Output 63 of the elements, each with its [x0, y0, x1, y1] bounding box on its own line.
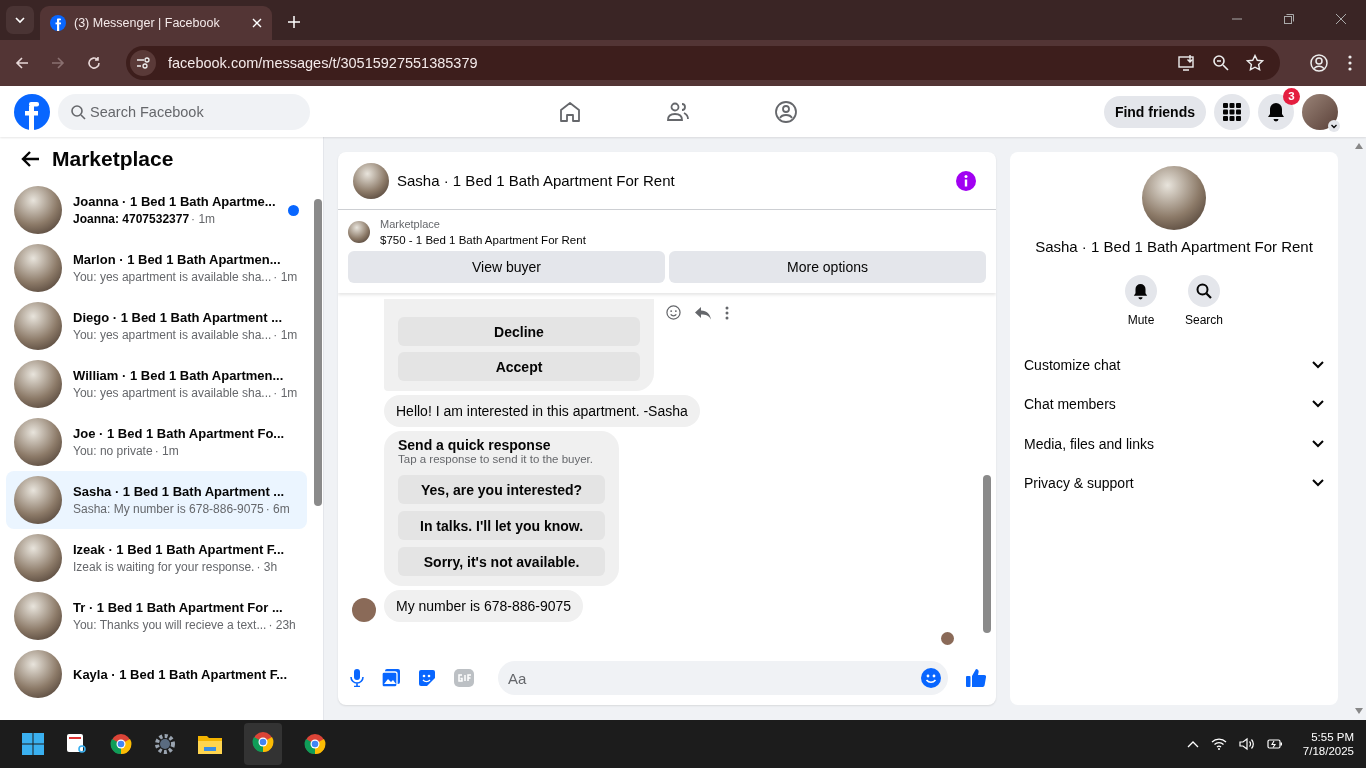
message-time: · 23h — [268, 618, 296, 632]
find-friends-button[interactable]: Find friends — [1103, 95, 1206, 128]
conversation-title: Diego · 1 Bed 1 Bath Apartment ... — [73, 310, 283, 325]
section-header[interactable]: Media, files and links — [1024, 424, 1324, 464]
conversation-title: Joanna · 1 Bed 1 Bath Apartme... — [73, 194, 277, 209]
quick-response-button[interactable]: Yes, are you interested? — [398, 475, 606, 504]
quick-response-subtitle: Tap a response to send it to the buyer. — [398, 453, 594, 465]
conversation-title: Tr · 1 Bed 1 Bath Apartment For ... — [73, 600, 284, 615]
message-time: · 1m — [273, 328, 298, 342]
message-bubble: Hello! I am interested in this apartment. -Sasha — [384, 395, 700, 427]
conversation-item[interactable]: Kayla · 1 Bed 1 Bath Apartment F... — [6, 645, 307, 703]
conversation-title: William · 1 Bed 1 Bath Apartmen... — [73, 368, 285, 383]
conversation-item[interactable]: Marlon · 1 Bed 1 Bath Apartmen... You: yes apartment is available sha... · 1m — [6, 239, 307, 297]
conversation-item[interactable]: Izeak · 1 Bed 1 Bath Apartment F... Izeak is waiting for your response. · 3h — [6, 529, 307, 587]
message-preview: Joanna: 4707532377 — [73, 212, 190, 226]
address-bar[interactable]: facebook.com/messages/t/30515927551385379 — [126, 46, 1280, 80]
quick-response-button[interactable]: In talks. I'll let you know. — [398, 511, 606, 540]
conversation-item[interactable]: Joanna · 1 Bed 1 Bath Apartme... Joanna: 4707532377 · 1m — [6, 181, 307, 239]
message-preview: You: Thanks you will recieve a text... — [73, 618, 267, 632]
conversation-title: Sasha · 1 Bed 1 Bath Apartment ... — [73, 484, 286, 499]
message-time: · 1m — [191, 212, 216, 226]
message-preview: You: yes apartment is available sha... — [73, 270, 272, 284]
message-bubble: My number is 678-886-9075 — [384, 590, 584, 622]
message-field[interactable]: Aa — [498, 661, 948, 695]
response-button[interactable]: Accept — [398, 352, 640, 381]
message-preview: You: yes apartment is available sha... — [73, 386, 272, 400]
message-time: · 6m — [265, 502, 290, 516]
search-field[interactable]: Search Facebook — [58, 93, 310, 130]
conversation-item[interactable]: Tr · 1 Bed 1 Bath Apartment For ... You: Thanks you will recieve a text... · 23h — [6, 587, 307, 645]
listing-button[interactable]: More options — [669, 251, 986, 283]
listing-button[interactable]: View buyer — [348, 251, 665, 283]
conversation-title: Kayla · 1 Bed 1 Bath Apartment F... — [73, 666, 289, 682]
conversation-title: Marlon · 1 Bed 1 Bath Apartmen... — [73, 252, 282, 267]
response-button[interactable]: Decline — [398, 317, 640, 346]
action-label: Search — [1185, 313, 1223, 327]
action-label: Mute — [1127, 313, 1155, 327]
message-preview: Izeak is waiting for your response. — [73, 560, 255, 574]
section-header[interactable]: Privacy & support — [1024, 463, 1324, 503]
conversation-title: Izeak · 1 Bed 1 Bath Apartment F... — [73, 542, 286, 557]
message-preview: You: yes apartment is available sha... — [73, 328, 272, 342]
message-time: · 3h — [256, 560, 278, 574]
conversation-item[interactable]: Diego · 1 Bed 1 Bath Apartment ... You: yes apartment is available sha... · 1m — [6, 297, 307, 355]
listing-source: Marketplace — [380, 218, 441, 230]
conversation-item[interactable]: Joe · 1 Bed 1 Bath Apartment Fo... You: no private · 1m — [6, 413, 307, 471]
quick-response-button[interactable]: Sorry, it's not available. — [398, 547, 606, 576]
conversation-title: Joe · 1 Bed 1 Bath Apartment Fo... — [73, 426, 286, 441]
marketplace-title: Marketplace — [52, 147, 174, 171]
message-preview: You: no private — [73, 444, 153, 458]
message-time: · 1m — [273, 386, 298, 400]
message-time: · 1m — [154, 444, 179, 458]
contact-name: Sasha · 1 Bed 1 Bath Apartment For Rent — [1035, 238, 1313, 255]
notification-badge: 3 — [1283, 87, 1300, 105]
chat-title: Sasha · 1 Bed 1 Bath Apartment For Rent — [397, 172, 675, 189]
section-header[interactable]: Chat members — [1024, 384, 1324, 424]
conversation-item[interactable]: Sasha · 1 Bed 1 Bath Apartment ... Sasha: My number is 678-886-9075 · 6m — [6, 471, 307, 529]
section-header[interactable]: Customize chat — [1024, 345, 1324, 385]
listing-title: $750 - 1 Bed 1 Bath Apartment For Rent — [380, 234, 586, 246]
quick-response-title: Send a quick response — [398, 437, 552, 453]
conversation-item[interactable]: William · 1 Bed 1 Bath Apartmen... You: yes apartment is available sha... · 1m — [6, 355, 307, 413]
message-preview: Sasha: My number is 678-886-9075 — [73, 502, 264, 516]
clock[interactable]: 5:55 PM 7/18/2025 — [1302, 731, 1354, 757]
browser-tab[interactable]: (3) Messenger | Facebook — [40, 6, 272, 40]
message-time: · 1m — [273, 270, 298, 284]
